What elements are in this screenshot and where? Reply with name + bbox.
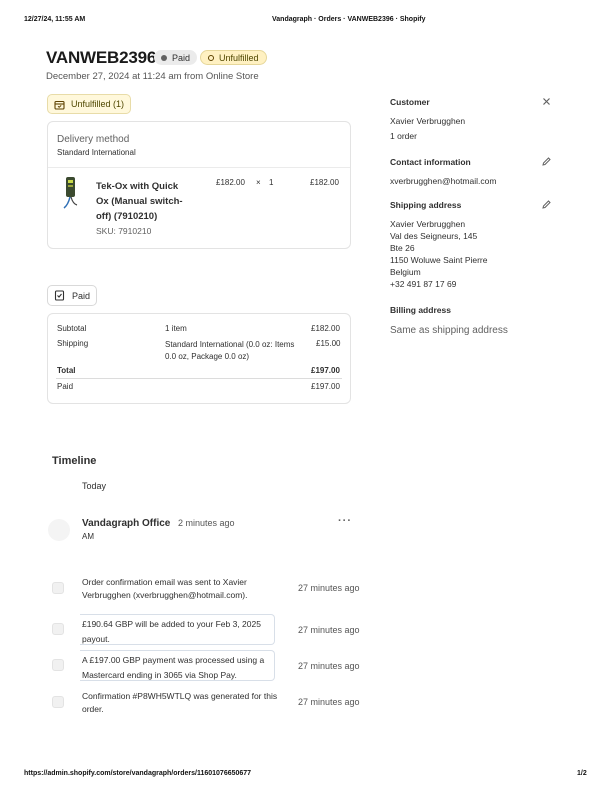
shipping-address-title: Shipping address [390, 200, 462, 210]
product-name[interactable]: Tek-Ox with Quick Ox (Manual switch- off… [96, 179, 183, 224]
customer-email[interactable]: xverbrugghen@hotmail.com [390, 175, 496, 187]
fulfillment-card: Delivery method Standard International T… [47, 121, 351, 249]
unit-price: £182.00 [216, 178, 245, 187]
timeline-event-line: order. [82, 704, 104, 714]
delivery-method-label: Delivery method [57, 134, 130, 145]
customer-name[interactable]: Xavier Verbrugghen [390, 115, 465, 127]
shipping-address-block: Xavier Verbrugghen Val des Seigneurs, 14… [390, 218, 488, 290]
unfulfilled-chip[interactable]: Unfulfilled (1) [47, 94, 132, 114]
address-line: Xavier Verbrugghen [390, 219, 466, 229]
fulfillment-status-label: Unfulfilled [219, 52, 259, 63]
contact-info-title: Contact information [390, 157, 471, 167]
subtotal-detail: 1 item [165, 324, 187, 333]
package-icon [54, 100, 65, 110]
comment-avatar-placeholder [48, 519, 70, 541]
product-name-line: off) (7910210) [96, 211, 158, 222]
close-icon[interactable] [542, 97, 551, 106]
paid-chip[interactable]: Paid [47, 285, 98, 306]
product-sku: SKU: 7910210 [96, 226, 152, 236]
timeline-event-line: A £197.00 GBP payment was processed usin… [82, 655, 265, 665]
delivery-method-value: Standard International [57, 148, 136, 157]
address-line: 1150 Woluwe Saint Pierre [390, 255, 488, 265]
product-thumbnail[interactable] [60, 175, 82, 211]
subtotal-label: Subtotal [57, 324, 87, 333]
timeline-event-time: 27 minutes ago [298, 661, 360, 671]
address-line: Val des Seigneurs, 145 [390, 231, 478, 241]
customer-order-count[interactable]: 1 order [390, 130, 417, 142]
timeline-event-time: 27 minutes ago [298, 697, 360, 707]
card-divider [48, 167, 350, 168]
more-actions-icon[interactable]: ··· [338, 515, 352, 527]
print-datetime: 12/27/24, 11:55 AM [24, 16, 86, 23]
shipping-detail: Standard International (0.0 oz: Items 0.… [165, 339, 294, 362]
total-value: £197.00 [311, 366, 340, 375]
shipping-detail-line: 0.0 oz, Package 0.0 oz) [165, 351, 250, 361]
fulfillment-status-badge: Unfulfilled [200, 50, 267, 65]
edit-pencil-icon[interactable] [541, 199, 552, 210]
timeline-event-line: Confirmation #P8WH5WTLQ was generated fo… [82, 691, 278, 701]
timeline-event-line: payout. [82, 634, 110, 644]
paid-label: Paid [57, 382, 74, 391]
edit-pencil-icon[interactable] [541, 156, 552, 167]
payment-status-label: Paid [172, 52, 191, 63]
timeline-event-time: 27 minutes ago [298, 583, 360, 593]
order-number: VANWEB2396 [46, 48, 157, 67]
timeline-title: Timeline [52, 455, 97, 467]
line-total: £182.00 [310, 178, 339, 187]
timeline-event-icon [52, 623, 64, 635]
order-date-line: December 27, 2024 at 11:24 am from Onlin… [46, 71, 259, 82]
comment-time: 2 minutes ago [178, 518, 235, 528]
print-page-number: 1/2 [577, 770, 587, 777]
timeline-event-line: Order confirmation email was sent to Xav… [82, 577, 247, 587]
multiply-sign: × [256, 178, 261, 187]
product-name-line: Tek-Ox with Quick [96, 181, 179, 192]
timeline-event-icon [52, 582, 64, 594]
comment-author: Vandagraph Office [82, 518, 171, 529]
address-line: +32 491 87 17 69 [390, 279, 457, 289]
timeline-event-line: Mastercard ending in 3065 via Shop Pay. [82, 670, 237, 680]
product-name-line: Ox (Manual switch- [96, 196, 183, 207]
shipping-value: £15.00 [316, 339, 341, 348]
timeline-event-line: Verbrugghen (xverbrugghen@hotmail.com). [82, 590, 248, 600]
total-divider [56, 378, 342, 379]
status-dot-icon [161, 54, 167, 61]
timeline-event-text: Confirmation #P8WH5WTLQ was generated fo… [82, 690, 277, 716]
timeline-event-time: 27 minutes ago [298, 625, 360, 635]
timeline-day-today: Today [82, 481, 107, 491]
timeline-event-text: Order confirmation email was sent to Xav… [82, 576, 248, 602]
payment-status-badge: Paid [154, 50, 198, 65]
address-line: Bte 26 [390, 243, 415, 253]
customer-title: Customer [390, 97, 430, 107]
billing-address-title: Billing address [390, 305, 451, 315]
billing-address-value: Same as shipping address [390, 325, 508, 336]
address-line: Belgium [390, 267, 421, 277]
item-quantity: 1 [269, 178, 274, 187]
shipping-detail-line: Standard International (0.0 oz: Items [165, 340, 295, 349]
shipping-label: Shipping [57, 339, 89, 348]
subtotal-value: £182.00 [311, 324, 340, 333]
receipt-check-icon [54, 290, 65, 301]
comment-avatar-initials: AM [82, 532, 94, 541]
unfulfilled-ring-icon [208, 54, 214, 61]
timeline-event-text[interactable]: £190.64 GBP will be added to your Feb 3,… [82, 617, 261, 647]
paid-value: £197.00 [311, 382, 340, 391]
print-url: https://admin.shopify.com/store/vandagra… [24, 770, 252, 777]
timeline-event-icon [52, 696, 64, 708]
timeline-event-icon [52, 659, 64, 671]
print-page-title: Vandagraph · Orders · VANWEB2396 · Shopi… [272, 16, 426, 23]
total-label: Total [57, 366, 76, 375]
unfulfilled-chip-label: Unfulfilled (1) [71, 99, 125, 109]
timeline-event-text[interactable]: A £197.00 GBP payment was processed usin… [82, 653, 264, 683]
payment-summary-card: Subtotal 1 item £182.00 Shipping Standar… [47, 313, 351, 404]
paid-chip-label: Paid [72, 290, 91, 301]
timeline-event-line: £190.64 GBP will be added to your Feb 3,… [82, 619, 261, 629]
